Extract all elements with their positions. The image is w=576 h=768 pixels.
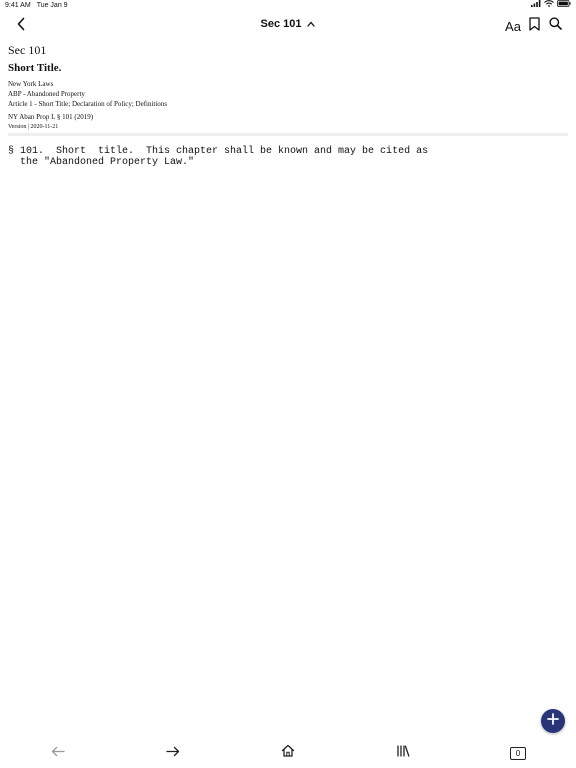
status-left: 9:41 AM Tue Jan 9 bbox=[5, 0, 74, 12]
section-body-text: § 101. Short title. This chapter shall b… bbox=[8, 146, 429, 168]
bookmark-icon bbox=[528, 16, 540, 36]
go-back-button[interactable] bbox=[48, 744, 68, 762]
citation: NY Aban Prop L § 101 (2019) bbox=[8, 113, 94, 121]
font-settings-button[interactable]: Aa bbox=[504, 17, 522, 35]
article-name: Article 1 - Short Title; Declaration of … bbox=[8, 100, 168, 108]
wifi-icon bbox=[544, 0, 554, 12]
search-icon bbox=[548, 17, 562, 35]
bottom-toolbar: 0 bbox=[0, 740, 576, 768]
status-date: Tue Jan 9 bbox=[36, 2, 68, 9]
search-button[interactable] bbox=[546, 17, 564, 35]
document-header: Sec 101 Short Title. New York Laws ABP -… bbox=[8, 43, 568, 132]
battery-icon bbox=[557, 0, 571, 12]
library-button[interactable] bbox=[393, 744, 413, 762]
status-time: 9:41 AM bbox=[5, 2, 31, 9]
add-button[interactable] bbox=[541, 709, 565, 733]
status-bar: 9:41 AM Tue Jan 9 bbox=[0, 0, 576, 12]
version-label: Version | 2020-11-21 bbox=[8, 124, 59, 130]
signal-icon bbox=[531, 0, 541, 12]
header-divider bbox=[8, 133, 568, 136]
home-icon bbox=[281, 744, 295, 762]
tabs-count: 0 bbox=[510, 746, 526, 760]
nav-bar: Sec 101 Aa bbox=[0, 12, 576, 40]
home-button[interactable] bbox=[278, 744, 298, 762]
nav-title: Sec 101 bbox=[260, 18, 302, 30]
open-tabs-button[interactable]: 0 bbox=[508, 744, 528, 762]
plus-icon bbox=[547, 712, 559, 730]
go-forward-button[interactable] bbox=[163, 744, 183, 762]
section-title: Short Title. bbox=[8, 62, 62, 74]
chapter-name: ABP - Abandoned Property bbox=[8, 90, 85, 98]
arrow-left-icon bbox=[51, 744, 65, 762]
chevron-up-icon bbox=[307, 18, 316, 30]
section-label: Sec 101 bbox=[8, 43, 47, 57]
section-selector[interactable]: Sec 101 bbox=[0, 18, 576, 30]
library-icon bbox=[396, 744, 410, 762]
source-name: New York Laws bbox=[8, 80, 54, 88]
status-indicators bbox=[531, 0, 571, 12]
bookmark-button[interactable] bbox=[525, 16, 543, 36]
arrow-right-icon bbox=[166, 744, 180, 762]
